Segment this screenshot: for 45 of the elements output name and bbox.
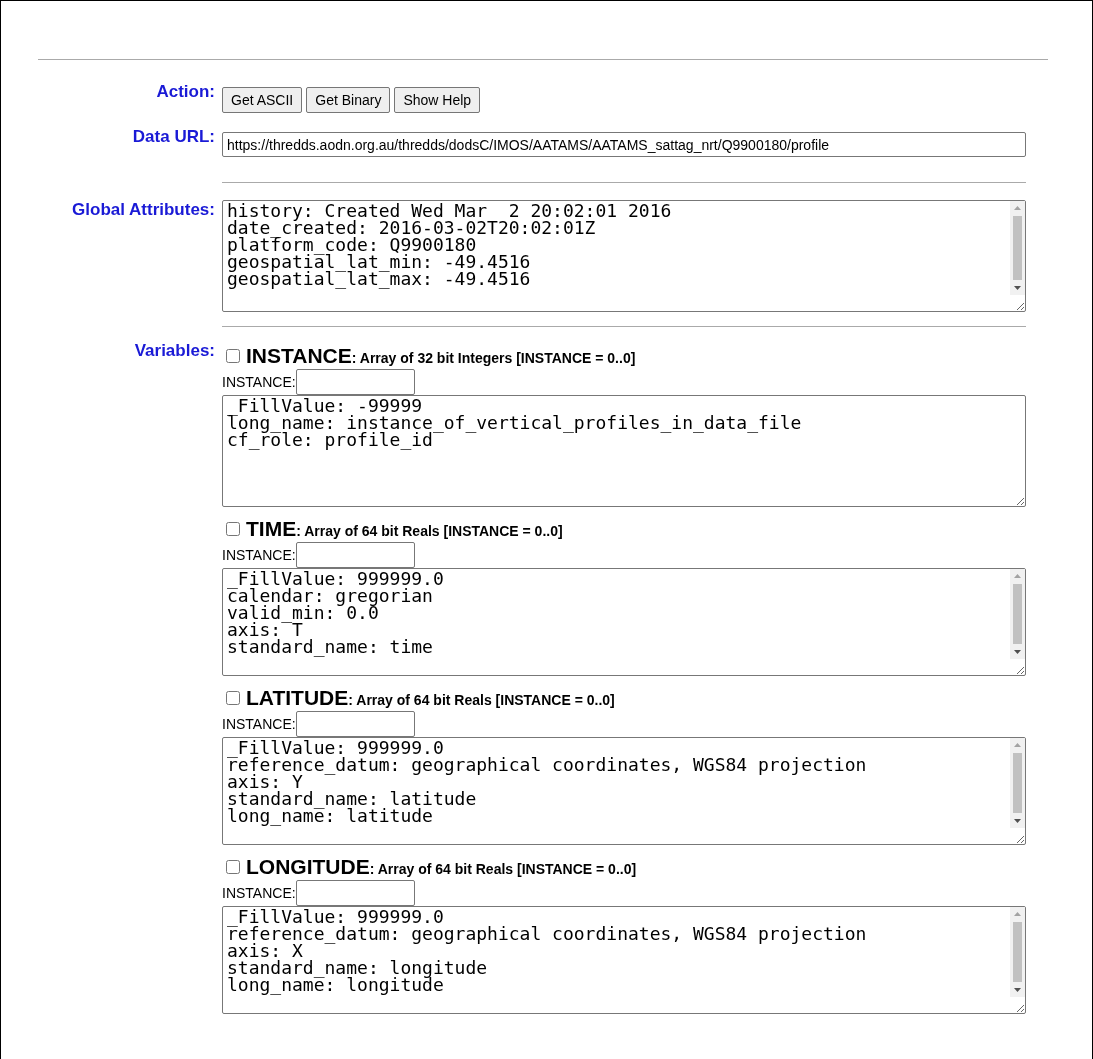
scrollbar[interactable] (1010, 201, 1025, 295)
dimension-label: INSTANCE: (222, 545, 296, 565)
action-button[interactable]: Show Help (394, 87, 481, 113)
field-label: Action: (156, 82, 215, 101)
variable-name: LATITUDE (246, 684, 349, 711)
variable-name: INSTANCE (246, 342, 352, 369)
scroll-thumb[interactable] (1013, 584, 1022, 644)
dimension-field[interactable] (295, 711, 415, 737)
scroll-down-icon[interactable] (1014, 988, 1021, 992)
scroll-down-icon[interactable] (1014, 819, 1021, 823)
dimension-field[interactable] (295, 369, 415, 395)
variable-type: : Array of 32 bit Integers [INSTANCE = 0..0] (351, 348, 636, 368)
text-area[interactable]: _FillValue: 999999.0 reference_datum: geographical coordinates, WGS84 projection axis: X standard_name: longitude long_name: longitude (222, 906, 1026, 1014)
text-area[interactable]: _FillValue: 999999.0 reference_datum: geographical coordinates, WGS84 projection axis: Y standard_name: latitude long_name: latitude (222, 737, 1026, 845)
dimension-field[interactable] (295, 880, 415, 906)
variable-type: : Array of 64 bit Reals [INSTANCE = 0..0] (348, 690, 615, 710)
dimension-label: INSTANCE: (222, 372, 296, 392)
field-label: Variables: (134, 341, 215, 360)
variable-checkbox[interactable] (226, 348, 240, 363)
dimension-label: INSTANCE: (222, 714, 296, 734)
action-button[interactable]: Get Binary (306, 87, 391, 113)
text-area[interactable]: history: Created Wed Mar 2 20:02:01 2016 date_created: 2016-03-02T20:02:01Z platform_code: Q9900180 geospatial_lat_min: -49.4516 geospatial_lat_max: -49.4516 (222, 200, 1026, 312)
scrollbar[interactable] (1010, 569, 1025, 659)
scrollbar[interactable] (1010, 738, 1025, 828)
variable-type: : Array of 64 bit Reals [INSTANCE = 0..0] (296, 521, 563, 541)
dimension-field[interactable] (295, 542, 415, 568)
variable-checkbox[interactable] (226, 690, 240, 705)
text-area[interactable]: _FillValue: -99999 long_name: instance_of_vertical_profiles_in_data_file cf_role: profile_id (222, 395, 1026, 507)
url-field[interactable]: https://thredds.aodn.org.au/thredds/dodsC/IMOS/AATAMS/AATAMS_sattag_nrt/Q9900180/profile (222, 132, 1026, 157)
variable-checkbox[interactable] (226, 859, 240, 874)
scroll-down-icon[interactable] (1014, 286, 1021, 290)
scroll-thumb[interactable] (1013, 753, 1022, 813)
text-area[interactable]: _FillValue: 999999.0 calendar: gregorian valid_min: 0.0 axis: T standard_name: time (222, 568, 1026, 676)
variable-type: : Array of 64 bit Reals [INSTANCE = 0..0] (369, 859, 637, 879)
variable-name: TIME (246, 515, 297, 542)
scroll-down-icon[interactable] (1014, 650, 1021, 654)
variable-checkbox[interactable] (226, 521, 240, 536)
scroll-thumb[interactable] (1013, 922, 1022, 982)
variable-name: LONGITUDE (246, 853, 370, 880)
dimension-label: INSTANCE: (222, 883, 296, 903)
scroll-thumb[interactable] (1013, 216, 1022, 280)
action-button[interactable]: Get ASCII (222, 87, 303, 113)
field-label: Global Attributes: (72, 200, 215, 219)
scrollbar[interactable] (1010, 907, 1025, 997)
field-label: Data URL: (132, 127, 215, 146)
